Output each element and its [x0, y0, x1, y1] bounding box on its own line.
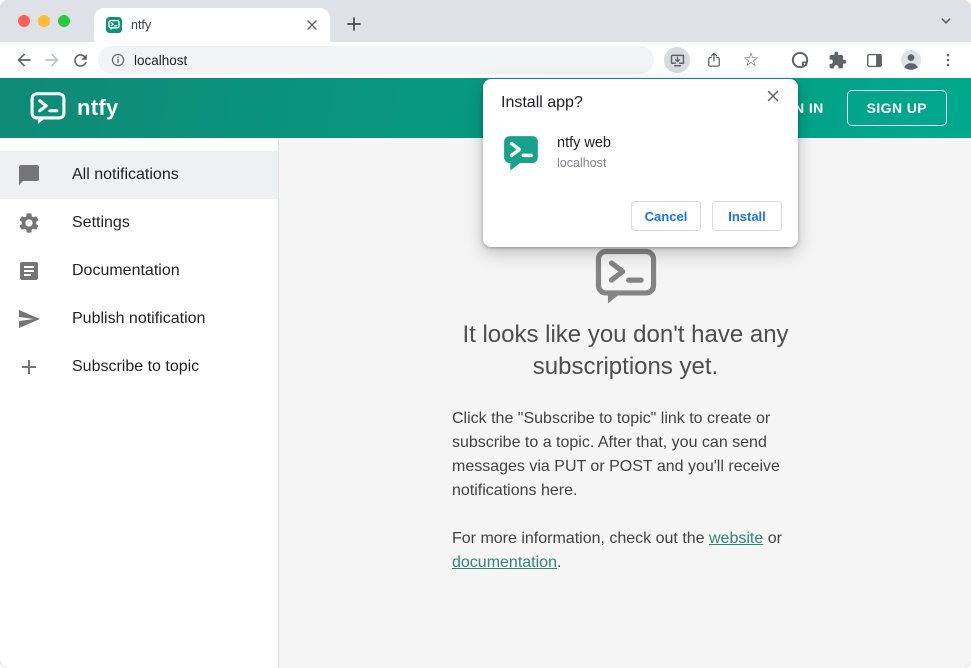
sidebar-item-subscribe-to-topic[interactable]: Subscribe to topic: [0, 343, 278, 391]
share-button[interactable]: [701, 47, 727, 73]
browser-tab-ntfy[interactable]: ntfy: [94, 8, 330, 42]
window-zoom-button[interactable]: [58, 15, 70, 27]
side-panel-icon[interactable]: [861, 47, 887, 73]
site-info-icon[interactable]: [110, 52, 126, 68]
reload-button[interactable]: [66, 46, 94, 74]
links-paragraph-or: or: [763, 529, 782, 547]
forward-button[interactable]: [38, 46, 66, 74]
bookmark-star-icon[interactable]: ☆: [738, 47, 764, 73]
empty-state-links-paragraph: For more information, check out the webs…: [452, 527, 799, 575]
sidebar-item-all-notifications[interactable]: All notifications: [0, 151, 278, 199]
sidebar: All notifications Settings Documentation…: [0, 138, 279, 668]
extensions-puzzle-icon[interactable]: [824, 47, 850, 73]
ntfy-favicon-icon: [106, 17, 122, 33]
dialog-close-icon[interactable]: [765, 88, 785, 108]
chat-icon: [19, 165, 39, 185]
browser-menu-dots-icon[interactable]: [935, 47, 961, 73]
tab-search-chevron-icon[interactable]: [935, 10, 957, 32]
sidebar-item-label: Subscribe to topic: [72, 358, 200, 375]
ntfy-app-icon: [504, 136, 538, 171]
sidebar-item-label: All notifications: [72, 166, 179, 183]
traffic-lights: [18, 15, 70, 27]
toolbar-actions: ☆: [664, 47, 961, 73]
sidebar-item-label: Settings: [72, 214, 130, 231]
install-app-button[interactable]: [664, 47, 690, 73]
install-app-dialog: Install app? ntfy web localhost Cancel I…: [483, 79, 798, 247]
plus-icon: [22, 360, 36, 374]
window-close-button[interactable]: [18, 15, 30, 27]
ntfy-empty-state-logo-icon: [595, 248, 656, 304]
new-tab-button[interactable]: [340, 10, 368, 38]
onepassword-extension-icon[interactable]: [787, 47, 813, 73]
documentation-link[interactable]: documentation: [452, 554, 557, 571]
window-minimize-button[interactable]: [38, 15, 50, 27]
sidebar-item-label: Publish notification: [72, 310, 206, 327]
tab-strip: ntfy: [0, 0, 971, 42]
sidebar-item-documentation[interactable]: Documentation: [0, 247, 278, 295]
links-paragraph-suffix: .: [556, 553, 562, 571]
install-app-name: ntfy web: [557, 135, 611, 151]
links-paragraph-prefix: For more information, check out the: [452, 529, 709, 547]
dialog-actions: Cancel Install: [631, 201, 782, 231]
back-button[interactable]: [10, 46, 38, 74]
profile-avatar-icon[interactable]: [898, 47, 924, 73]
empty-state-paragraph: Click the "Subscribe to topic" link to c…: [452, 409, 780, 499]
gear-icon: [19, 213, 39, 233]
browser-window: ntfy localhost ☆ ntfy IN SIGN UP All not…: [0, 0, 971, 668]
tab-title: ntfy: [131, 18, 152, 32]
empty-state-heading: It looks like you don't have any subscri…: [462, 321, 789, 380]
sign-up-button[interactable]: SIGN UP: [846, 90, 947, 126]
install-app-origin: localhost: [557, 156, 607, 170]
url-text: localhost: [134, 52, 188, 68]
sidebar-item-label: Documentation: [72, 262, 180, 279]
ntfy-app: ntfy SIGN IN SIGN UP All notifications S…: [0, 78, 971, 668]
send-icon: [19, 310, 40, 328]
install-button[interactable]: Install: [712, 201, 782, 231]
install-dialog-title: Install app?: [501, 94, 583, 111]
cancel-button[interactable]: Cancel: [631, 201, 701, 231]
browser-toolbar: localhost ☆: [0, 42, 971, 78]
brand-name: ntfy: [77, 95, 119, 120]
address-bar[interactable]: localhost: [98, 46, 654, 74]
sidebar-item-settings[interactable]: Settings: [0, 199, 278, 247]
sidebar-item-publish-notification[interactable]: Publish notification: [0, 295, 278, 343]
article-icon: [20, 262, 38, 280]
tab-close-icon[interactable]: [304, 17, 320, 33]
website-link[interactable]: website: [709, 530, 763, 547]
ntfy-logo-icon: [30, 91, 66, 124]
